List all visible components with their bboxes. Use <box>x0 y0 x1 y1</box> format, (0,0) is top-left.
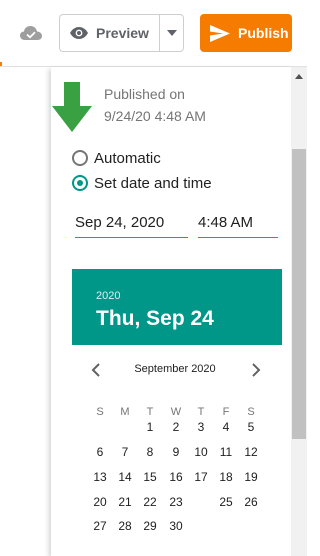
calendar-day[interactable]: 17 <box>189 467 213 487</box>
calendar-day[interactable]: 1 <box>138 417 162 437</box>
published-datetime: 9/24/20 4:48 AM <box>104 108 206 124</box>
chevron-right-icon[interactable] <box>250 362 262 378</box>
calendar-day[interactable]: 15 <box>138 467 162 487</box>
calendar-day[interactable]: 22 <box>138 492 162 512</box>
calendar-day[interactable]: 19 <box>239 467 263 487</box>
time-input[interactable]: 4:48 AM <box>198 210 278 238</box>
calendar-day[interactable]: 5 <box>239 417 263 437</box>
calendar-year[interactable]: 2020 <box>96 290 120 302</box>
scroll-thumb[interactable] <box>292 149 306 439</box>
calendar-day[interactable]: 7 <box>113 442 137 462</box>
calendar-day[interactable]: 20 <box>88 492 112 512</box>
weekday-label: S <box>96 406 104 418</box>
publish-button[interactable]: Publish <box>200 14 292 52</box>
calendar-day[interactable]: 21 <box>113 492 137 512</box>
send-icon <box>210 24 230 42</box>
calendar-day[interactable]: 16 <box>164 467 188 487</box>
radio-label: Set date and time <box>94 174 212 192</box>
calendar-day[interactable]: 2 <box>164 417 188 437</box>
radio-automatic[interactable]: Automatic <box>72 147 161 169</box>
calendar-day[interactable]: 9 <box>164 442 188 462</box>
caret-down-icon <box>166 30 177 36</box>
calendar-header: 2020 Thu, Sep 24 <box>72 269 282 345</box>
calendar-day[interactable]: 27 <box>88 516 112 536</box>
calendar-day[interactable]: 29 <box>138 516 162 536</box>
top-toolbar: Preview Publish <box>0 0 307 67</box>
scrollbar[interactable] <box>291 67 307 556</box>
month-label: September 2020 <box>134 363 216 375</box>
radio-set-date-and-time[interactable]: Set date and time <box>72 172 212 194</box>
radio-label: Automatic <box>94 149 161 167</box>
published-info: Published on 9/24/20 4:48 AM <box>104 83 206 127</box>
calendar-day-selected[interactable]: 24 <box>189 490 213 514</box>
calendar-day[interactable]: 11 <box>214 442 238 462</box>
calendar-day[interactable]: 26 <box>239 492 263 512</box>
published-label: Published on <box>104 86 185 102</box>
calendar-day[interactable]: 13 <box>88 467 112 487</box>
calendar-day[interactable]: 4 <box>214 417 238 437</box>
preview-button-group: Preview <box>59 14 184 52</box>
publish-label: Publish <box>238 25 289 41</box>
calendar-day[interactable]: 6 <box>88 442 112 462</box>
eye-icon <box>70 27 88 39</box>
accent-line <box>0 62 2 66</box>
calendar-day[interactable]: 30 <box>164 516 188 536</box>
calendar-day[interactable]: 14 <box>113 467 137 487</box>
preview-dropdown-button[interactable] <box>160 15 183 51</box>
calendar-day[interactable]: 8 <box>138 442 162 462</box>
calendar-selected-date: Thu, Sep 24 <box>96 307 214 330</box>
calendar-day[interactable]: 12 <box>239 442 263 462</box>
date-input[interactable]: Sep 24, 2020 <box>75 210 188 238</box>
cloud-check-icon[interactable] <box>18 22 44 44</box>
calendar-day[interactable]: 23 <box>164 492 188 512</box>
green-down-arrow-icon <box>52 82 92 132</box>
preview-label: Preview <box>96 25 149 41</box>
calendar-day[interactable]: 3 <box>189 417 213 437</box>
preview-button[interactable]: Preview <box>60 15 160 51</box>
weekday-label: M <box>120 406 130 418</box>
calendar-day[interactable]: 10 <box>189 442 213 462</box>
scroll-up-arrow-icon[interactable] <box>291 67 307 85</box>
radio-button-selected[interactable] <box>72 175 88 191</box>
calendar-day[interactable]: 18 <box>214 467 238 487</box>
calendar-day[interactable]: 28 <box>113 516 137 536</box>
month-navigation: September 2020 <box>72 360 282 380</box>
calendar-day[interactable]: 25 <box>214 492 238 512</box>
radio-button[interactable] <box>72 150 88 166</box>
